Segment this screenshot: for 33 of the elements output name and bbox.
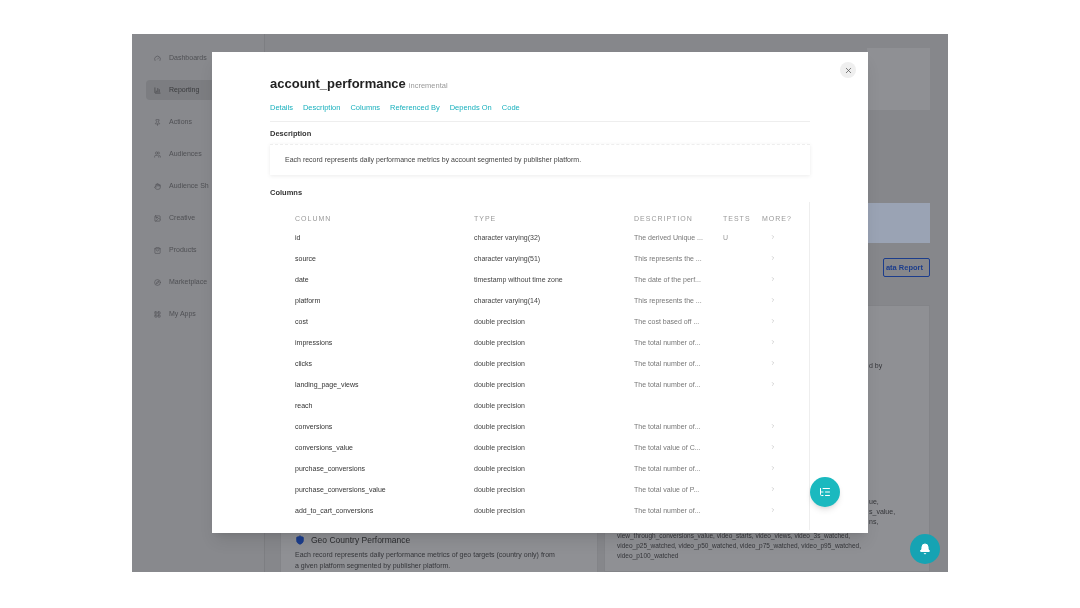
modal-title: account_performance (270, 75, 406, 93)
banner-block (867, 203, 930, 243)
chevron-icon[interactable] (770, 296, 776, 303)
chevron-icon[interactable] (770, 317, 776, 324)
chevron-icon[interactable] (770, 422, 776, 429)
chevron-icon[interactable] (770, 443, 776, 450)
shield-icon (295, 535, 305, 546)
hand-icon (154, 182, 161, 190)
bar-chart-icon (154, 86, 161, 94)
bag-icon (154, 246, 161, 254)
grid-icon (154, 310, 161, 318)
chevron-icon[interactable] (770, 464, 776, 471)
notification-button[interactable] (910, 534, 940, 564)
compass-icon (154, 278, 161, 286)
chevron-icon[interactable] (770, 338, 776, 345)
users-icon (154, 150, 161, 158)
chevron-icon[interactable] (770, 380, 776, 387)
close-icon (843, 65, 853, 75)
chevron-icon[interactable] (770, 359, 776, 366)
tree-icon (819, 486, 831, 498)
close-button[interactable] (840, 62, 856, 78)
chevron-icon[interactable] (770, 485, 776, 492)
chevron-icon[interactable] (770, 254, 776, 261)
chevron-icon[interactable] (770, 275, 776, 282)
chevron-icon[interactable] (770, 506, 776, 513)
pin-icon (154, 118, 161, 126)
gauge-icon (154, 54, 161, 62)
chevron-icon[interactable] (770, 233, 776, 240)
card-title: Geo Country Performance (311, 534, 411, 547)
top-card (867, 48, 930, 110)
image-icon (154, 214, 161, 222)
bell-icon (919, 543, 931, 555)
lineage-button[interactable] (810, 477, 840, 507)
